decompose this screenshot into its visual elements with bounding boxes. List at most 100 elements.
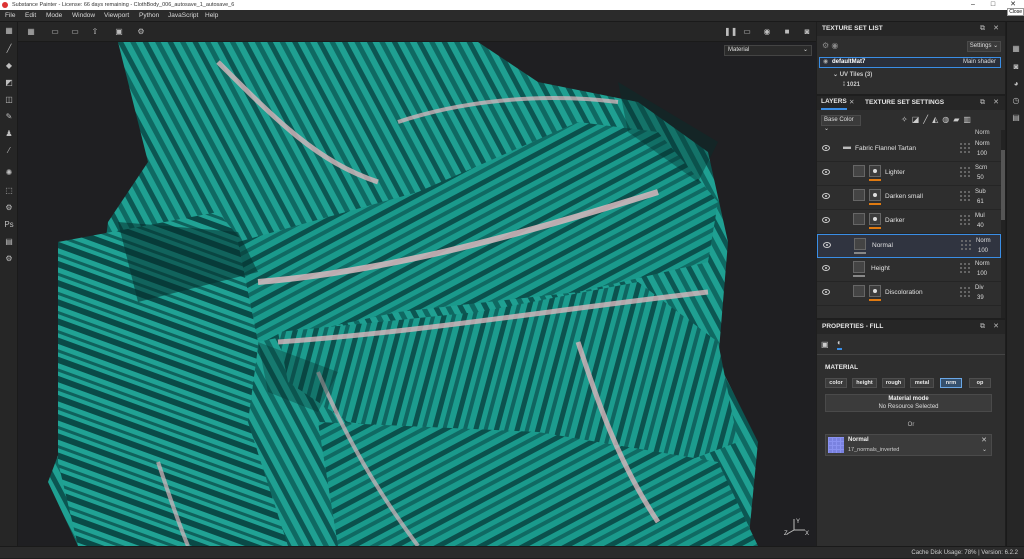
texture-set-icon[interactable]: ◙ [1011,62,1021,72]
menu-python[interactable]: Python [139,10,159,22]
upload-icon[interactable]: ⇧ [90,27,100,37]
layer-options-icon[interactable] [960,239,972,251]
minimize-icon[interactable]: – [964,0,982,10]
layer-blend[interactable]: Scrn [975,163,987,173]
menu-javascript[interactable]: JavaScript [168,10,198,22]
viewport-channel-select[interactable]: Material ⌄ [724,45,812,56]
layer-opacity[interactable]: 39 [977,293,984,303]
pin-icon[interactable]: ⧉ [980,22,985,36]
menu-help[interactable]: Help [205,10,218,22]
symmetry-icon[interactable]: ▦ [26,27,36,37]
texture-set-item[interactable]: ◉ defaultMat7 Main shader [819,57,1001,68]
channel-height-button[interactable]: height [852,378,877,388]
mask-thumbnail[interactable] [869,189,881,201]
view-mode-icon[interactable]: ◉ [762,27,772,37]
menu-viewport[interactable]: Viewport [104,10,129,22]
projection-icon[interactable]: ◩ [4,78,14,88]
channel-select[interactable]: Base Color ⌄ [821,115,861,132]
chevron-down-icon[interactable]: ⌄ [982,446,987,453]
layers-grid-icon[interactable]: ▦ [1011,44,1021,54]
photoshop-icon[interactable]: Ps [4,220,14,230]
grid-icon[interactable]: ▦ [4,26,14,36]
export-icon[interactable]: ▤ [4,237,14,247]
add-fill-layer-icon[interactable]: ◭ [932,115,942,124]
eye-icon[interactable] [823,242,831,248]
layer-blend[interactable]: Div [975,283,984,293]
uv-tiles-row[interactable]: ⌄ UV Tiles (3) [833,70,872,80]
material-tab-icon[interactable]: ◐ [837,338,842,350]
shader-name[interactable]: Main shader [963,58,996,67]
sphere-icon[interactable]: ▣ [114,27,124,37]
settings-button[interactable]: Settings ⌄ [967,41,1001,52]
layer-blend[interactable]: Norm [975,139,990,149]
eraser-icon[interactable]: ◆ [4,61,14,71]
menu-edit[interactable]: Edit [25,10,36,22]
layer-row[interactable]: Discoloration Div 39 [817,282,1001,306]
folder-icon[interactable]: ▰ [953,115,963,124]
channel-nrm-button[interactable]: nrm [940,378,962,388]
layer-row[interactable]: Lighter Scrn 50 [817,162,1001,186]
delete-icon[interactable]: ▥ [963,115,975,124]
layer-blend[interactable]: Norm [975,259,990,269]
fill-settings-icon[interactable]: ▣ [821,340,829,349]
bake-mesh-icon[interactable]: ▭ [70,27,80,37]
add-mask-icon[interactable]: ◪ [912,115,924,124]
pin-icon[interactable]: ⧉ [980,96,985,110]
channel-op-button[interactable]: op [969,378,991,388]
channel-color-button[interactable]: color [825,378,847,388]
eye-icon[interactable] [822,289,830,295]
material-mode-box[interactable]: Material mode No Resource Selected [825,394,992,412]
add-paint-layer-icon[interactable]: ╱ [923,115,932,124]
layer-row[interactable]: Darken small Sub 61 [817,186,1001,210]
layer-blend[interactable]: Mul [975,211,985,221]
layer-options-icon[interactable] [959,190,971,202]
eye-icon[interactable] [822,169,830,175]
pause-icon[interactable]: ❚❚ [724,27,737,37]
log-icon[interactable]: ▤ [1011,113,1021,123]
texture-set-icons[interactable]: ⚙ ◉ [822,41,838,50]
clone-icon[interactable]: ♟ [4,129,14,139]
uv-tile-item[interactable]: ⁞ 1021 [843,80,860,90]
close-tab-icon[interactable]: ✕ [849,96,854,110]
video-icon[interactable]: ■ [782,27,792,37]
layer-opacity[interactable]: 100 [977,149,987,159]
layer-options-icon[interactable] [959,142,971,154]
layer-options-icon[interactable] [959,166,971,178]
layer-row[interactable]: ▬ Fabric Flannel Tartan Norm 100 [817,138,1001,162]
bake-icon[interactable]: ✺ [4,168,14,178]
layer-blend[interactable]: Norm [976,236,991,246]
close-panel-icon[interactable]: ✕ [993,96,999,110]
geometry-mask-icon[interactable]: ◫ [4,95,14,105]
layer-blend[interactable]: Norm [975,130,990,136]
history-icon[interactable]: ◷ [1011,96,1021,106]
layer-options-icon[interactable] [959,214,971,226]
eye-icon[interactable] [822,193,830,199]
pin-icon[interactable]: ⧉ [980,320,985,334]
brush-icon[interactable]: ╱ [4,44,14,54]
layer-row-selected[interactable]: Normal Norm 100 [817,234,1001,258]
menu-window[interactable]: Window [72,10,95,22]
normal-resource-slot[interactable]: Normal 17_normals_inverted ✕ ⌄ [825,434,992,456]
effects-icon[interactable]: ✧ [901,115,912,124]
layer-row[interactable]: Height Norm 100 [817,258,1001,282]
clear-resource-icon[interactable]: ✕ [981,436,987,444]
layer-options-icon[interactable] [959,286,971,298]
channel-rough-button[interactable]: rough [882,378,905,388]
mask-thumbnail[interactable] [869,213,881,225]
channel-metal-button[interactable]: metal [910,378,934,388]
mask-thumbnail[interactable] [869,285,881,297]
tab-layers[interactable]: LAYERS [821,96,847,110]
layer-opacity[interactable]: 100 [978,246,988,256]
menu-file[interactable]: File [5,10,15,22]
layer-options-icon[interactable] [959,262,971,274]
menu-mode[interactable]: Mode [46,10,62,22]
3d-viewport[interactable]: Material ⌄ Y Z X [18,42,816,546]
camera-layout-icon[interactable]: ▭ [742,27,752,37]
layer-blend[interactable]: Sub [975,187,986,197]
add-group-icon[interactable]: ◍ [942,115,953,124]
close-panel-icon[interactable]: ✕ [993,320,999,334]
tab-texture-set-settings[interactable]: TEXTURE SET SETTINGS [865,96,944,110]
layer-row[interactable]: Darker Mul 40 [817,210,1001,234]
close-panel-icon[interactable]: ✕ [993,22,999,36]
iray-icon[interactable]: ⬚ [4,186,14,196]
